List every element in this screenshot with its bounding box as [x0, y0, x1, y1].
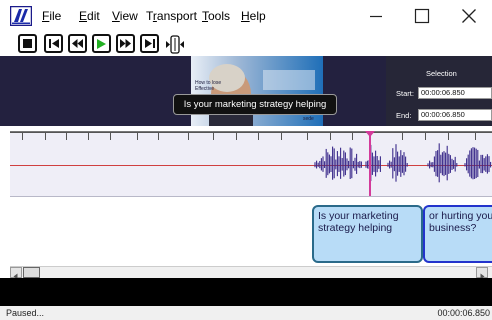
menu-view[interactable]: View [112, 9, 138, 23]
status-bar: Paused... 00:00:06.850 [0, 306, 492, 320]
video-frame-text: How to lose Effective [195, 80, 222, 92]
video-player[interactable]: How to lose Effective sede Selection Sta… [0, 56, 492, 126]
fast-forward-icon [120, 39, 131, 48]
selection-title: Selection [426, 69, 457, 78]
playhead[interactable] [369, 132, 371, 197]
skip-to-start-icon [48, 39, 59, 48]
waveform-timeline[interactable] [10, 131, 492, 197]
menu-file[interactable]: File [42, 9, 61, 23]
end-label: End: [396, 111, 412, 120]
audio-waveform [314, 143, 492, 183]
skip-to-end-button[interactable] [140, 34, 159, 53]
fit-waveform-button[interactable] [165, 35, 185, 54]
close-icon [462, 9, 476, 23]
skip-to-end-icon [144, 39, 155, 48]
minimize-icon [370, 15, 382, 18]
minimize-button[interactable] [353, 0, 399, 32]
menu-help[interactable]: Help [241, 9, 266, 23]
menu-bar: File Edit View Transport Tools Help [0, 0, 492, 32]
fast-forward-button[interactable] [116, 34, 135, 53]
scroll-right-button[interactable] [476, 267, 488, 280]
start-label: Start: [396, 89, 414, 98]
stop-icon [23, 39, 32, 48]
maximize-icon [414, 8, 430, 24]
rewind-icon [72, 39, 83, 48]
status-time: 00:00:06.850 [437, 308, 490, 318]
subtitle-track: Is your marketing strategy helping or hu… [10, 196, 492, 266]
close-button[interactable] [446, 0, 492, 32]
bottom-panel [0, 278, 492, 306]
playhead-marker[interactable] [365, 131, 375, 137]
status-text: Paused... [6, 308, 45, 318]
subtitle-block[interactable]: Is your marketing strategy helping [312, 205, 423, 263]
rewind-button[interactable] [68, 34, 87, 53]
subtitle-block[interactable]: or hurting your business? [423, 205, 492, 263]
stop-button[interactable] [18, 34, 37, 53]
menu-edit[interactable]: Edit [79, 9, 100, 23]
timeline-scrollbar[interactable] [10, 266, 492, 280]
video-frame: How to lose Effective sede [191, 56, 323, 126]
start-time-input[interactable]: 00:00:06.850 [418, 87, 492, 99]
maximize-button[interactable] [399, 0, 445, 32]
menu-tools[interactable]: Tools [202, 9, 230, 23]
fit-waveform-icon [166, 35, 184, 54]
end-time-input[interactable]: 00:00:06.850 [418, 109, 492, 121]
transport-toolbar [0, 32, 492, 56]
scroll-thumb[interactable] [23, 267, 40, 278]
scroll-left-button[interactable] [10, 267, 22, 280]
skip-to-start-button[interactable] [44, 34, 63, 53]
video-frame-logo: sede [303, 116, 314, 122]
subtitle-tooltip: Is your marketing strategy helping [173, 94, 337, 115]
app-logo-icon[interactable] [10, 6, 32, 26]
menu-transport[interactable]: Transport [146, 9, 197, 23]
selection-panel: Selection Start: 00:00:06.850 End: 00:00… [386, 56, 492, 126]
play-icon [97, 38, 106, 49]
play-button[interactable] [92, 34, 111, 53]
